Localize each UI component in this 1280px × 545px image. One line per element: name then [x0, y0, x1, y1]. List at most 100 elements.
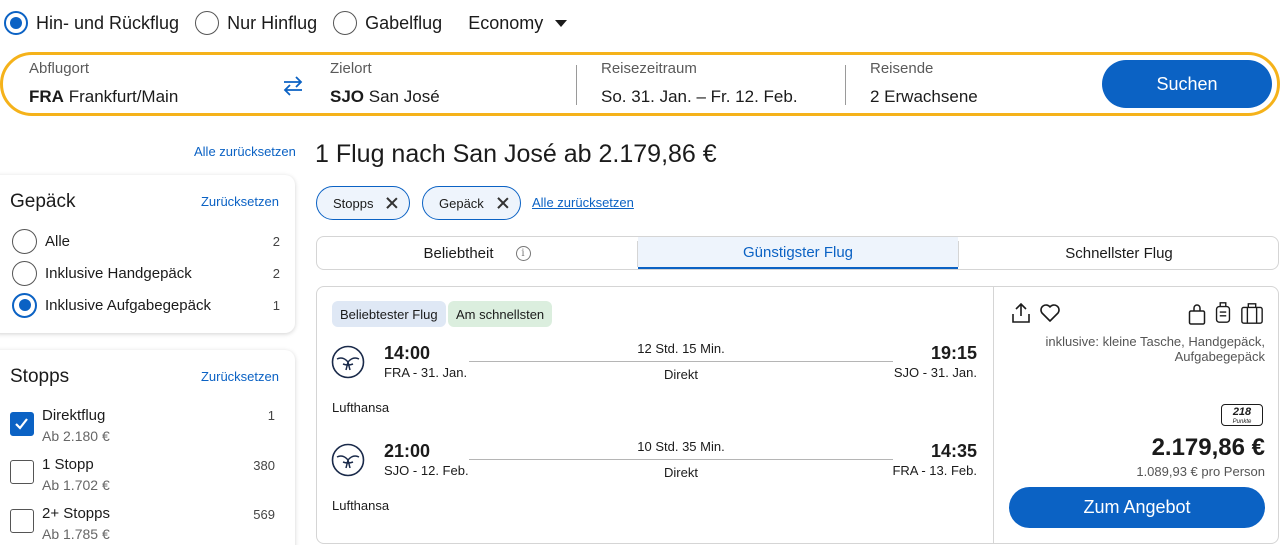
heart-icon[interactable]: [1038, 301, 1062, 325]
stop-option-price: Ab 2.180 €: [42, 428, 110, 444]
destination-city: San José: [368, 87, 440, 106]
baggage-reset-link[interactable]: Zurücksetzen: [201, 194, 279, 209]
total-price: 2.179,86 €: [1151, 434, 1265, 461]
origin-label: Abflugort: [29, 60, 90, 77]
filter-option-label: Inklusive Handgepäck: [45, 264, 192, 282]
baggage-option-checked-luggage[interactable]: Inklusive Aufgabegepäck 1: [12, 292, 280, 318]
stops-filter-card: Stopps Zurücksetzen Direktflug Ab 2.180 …: [0, 350, 295, 545]
tab-label: Günstigster Flug: [742, 243, 854, 261]
hand-luggage-icon: [1215, 302, 1231, 323]
checked-luggage-icon: [1241, 303, 1263, 324]
radio-indicator[interactable]: [12, 260, 37, 286]
search-button[interactable]: Suchen: [1102, 60, 1272, 108]
radio-multi-city[interactable]: Gabelflug: [333, 11, 442, 35]
baggage-option-all[interactable]: Alle 2: [12, 228, 280, 254]
flight-search-bar: Abflugort FRA Frankfurt/Main Zielort SJO…: [0, 52, 1280, 116]
airline-name: Lufthansa: [332, 498, 390, 513]
cabin-class-value: Economy: [468, 12, 544, 33]
stop-option-count: 569: [253, 507, 275, 522]
checkbox-one-stop[interactable]: [10, 460, 34, 484]
filter-chip-stops[interactable]: Stopps: [316, 186, 411, 220]
tab-cheapest[interactable]: Günstigster Flug: [638, 237, 958, 269]
arrival-place: FRA - 13. Feb.: [892, 463, 977, 478]
radio-indicator[interactable]: [195, 11, 220, 35]
radio-indicator[interactable]: [333, 11, 358, 35]
radio-indicator[interactable]: [4, 11, 28, 35]
tab-fastest[interactable]: Schnellster Flug: [959, 237, 1279, 269]
swap-icon[interactable]: [281, 75, 305, 97]
filter-option-count: 1: [272, 297, 280, 313]
radio-label: Nur Hinflug: [227, 12, 318, 33]
filter-option-count: 2: [272, 233, 280, 249]
tab-popularity[interactable]: Beliebtheit i: [317, 237, 637, 269]
departure-place: FRA - 31. Jan.: [384, 365, 468, 380]
flight-duration: 10 Std. 35 Min.: [637, 439, 725, 454]
radio-indicator[interactable]: [12, 228, 37, 254]
share-icon[interactable]: [1009, 301, 1033, 325]
reset-all-filters-link[interactable]: Alle zurücksetzen: [194, 144, 296, 159]
tab-label: Schnellster Flug: [1065, 244, 1173, 262]
filter-option-count: 2: [272, 265, 280, 281]
stops-reset-link[interactable]: Zurücksetzen: [201, 369, 279, 384]
baggage-option-hand-luggage[interactable]: Inklusive Handgepäck 2: [12, 260, 280, 286]
arrival-date: 13. Feb.: [929, 463, 977, 478]
stops-filter-title: Stopps: [10, 366, 70, 387]
tab-label: Beliebtheit: [423, 244, 494, 262]
arrival-date: 31. Jan.: [930, 365, 977, 380]
flight-result-card[interactable]: Beliebtester Flug Am schnellsten 14:00 F…: [316, 286, 1279, 544]
departure-airport: SJO: [384, 463, 410, 478]
stop-option-label: 2+ Stopps: [42, 505, 110, 522]
radio-round-trip[interactable]: Hin- und Rückflug: [4, 11, 179, 35]
departure-date: 12. Feb.: [420, 463, 469, 478]
baggage-filter-card: Gepäck Zurücksetzen Alle 2 Inklusive Han…: [0, 175, 295, 333]
dates-value: So. 31. Jan. – Fr. 12. Feb.: [601, 87, 798, 106]
checkbox-two-plus-stops[interactable]: [10, 509, 34, 533]
stop-option-price: Ab 1.785 €: [42, 526, 110, 542]
tag-fastest: Am schnellsten: [448, 301, 553, 327]
departure-place: SJO - 12. Feb.: [384, 463, 469, 478]
destination-code: SJO: [330, 87, 365, 106]
checkbox-direct-flight[interactable]: [10, 412, 34, 436]
divider: [576, 65, 577, 105]
chevron-down-icon: [555, 19, 568, 27]
view-offer-button[interactable]: Zum Angebot: [1009, 487, 1265, 528]
divider: [845, 65, 846, 105]
flight-stops: Direkt: [664, 367, 698, 382]
arrival-airport: FRA: [892, 463, 918, 478]
reset-chips-link[interactable]: Alle zurücksetzen: [532, 195, 634, 210]
lufthansa-logo-icon: [331, 345, 365, 379]
trip-type-selector: Hin- und Rückflug Nur Hinflug Gabelflug …: [4, 8, 568, 38]
radio-indicator[interactable]: [12, 292, 37, 318]
info-icon[interactable]: i: [515, 245, 531, 261]
flight-path-line: [469, 459, 893, 460]
radio-one-way[interactable]: Nur Hinflug: [195, 11, 317, 35]
tag-most-popular: Beliebtester Flug: [332, 301, 446, 327]
results-title: 1 Flug nach San José ab 2.179,86 €: [315, 140, 717, 168]
close-icon[interactable]: [496, 196, 510, 210]
cabin-class-dropdown[interactable]: Economy: [468, 12, 568, 34]
arrival-airport: SJO: [893, 365, 920, 380]
chip-label: Stopps: [333, 195, 374, 211]
travellers-label: Reisende: [870, 60, 934, 77]
divider: [993, 287, 994, 543]
arrival-time: 19:15: [930, 343, 977, 363]
origin-value: FRA Frankfurt/Main: [29, 87, 178, 107]
flight-duration: 12 Std. 15 Min.: [637, 341, 725, 356]
close-icon[interactable]: [385, 196, 399, 210]
bonus-points-badge: 218 Punkte: [1221, 404, 1263, 426]
filter-option-label: Alle: [45, 232, 71, 250]
radio-label: Gabelflug: [365, 12, 443, 33]
destination-value: SJO San José: [330, 87, 440, 107]
travellers-value: 2 Erwachsene: [870, 87, 978, 106]
departure-date: 31. Jan.: [420, 365, 468, 380]
stop-option-label: 1 Stopp: [42, 456, 94, 473]
arrival-time: 14:35: [930, 441, 977, 461]
flight-path-line: [469, 361, 893, 362]
stop-option-count: 380: [253, 458, 275, 473]
filter-chip-baggage[interactable]: Gepäck: [422, 186, 521, 220]
small-bag-icon: [1188, 304, 1206, 325]
departure-time: 21:00: [384, 441, 431, 461]
stop-option-label: Direktflug: [42, 407, 106, 424]
filter-option-label: Inklusive Aufgabegepäck: [45, 296, 211, 314]
flight-stops: Direkt: [664, 465, 698, 480]
